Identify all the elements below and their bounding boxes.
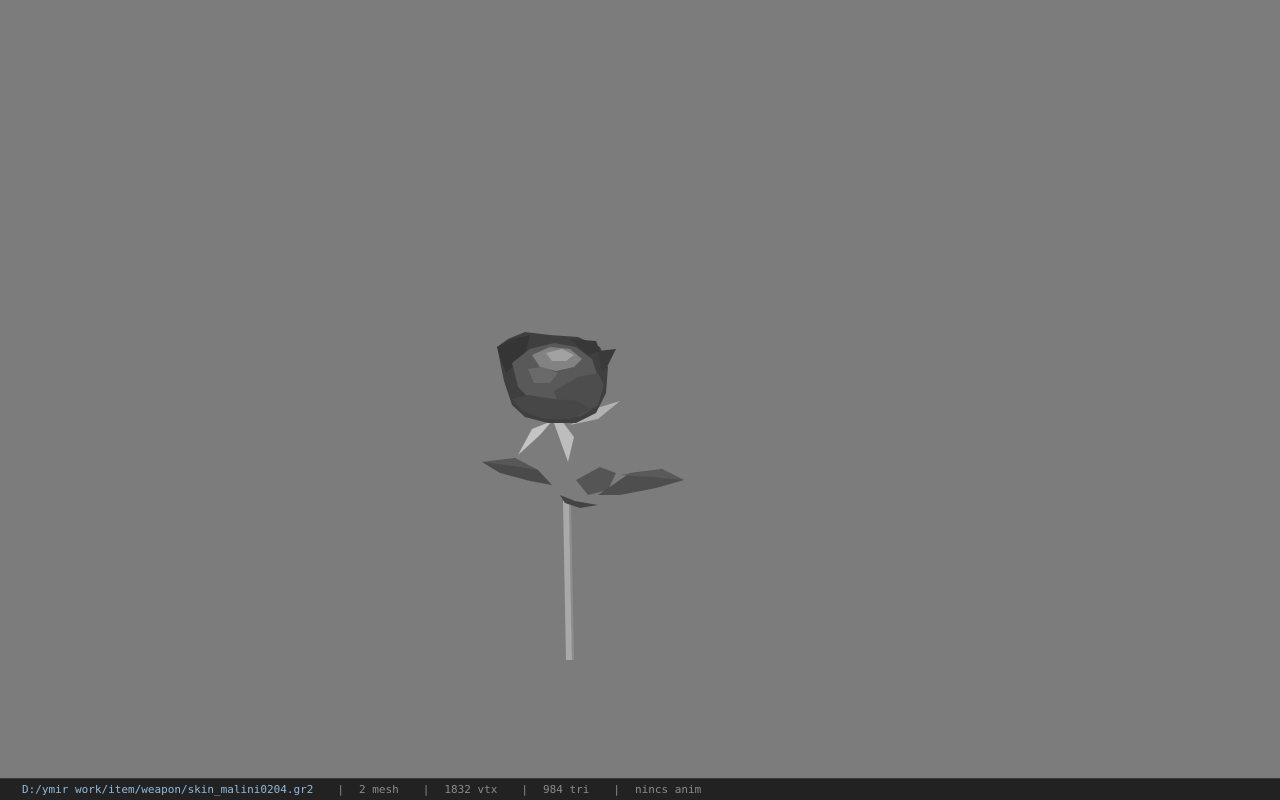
rose-model-icon: [482, 332, 684, 660]
separator: |: [613, 783, 620, 796]
anim-status-label: nincs anim: [635, 783, 702, 796]
separator: |: [422, 783, 430, 796]
separator: |: [521, 783, 529, 796]
file-path-label: D:/ymir work/item/weapon/skin_malini0204…: [22, 783, 314, 796]
separator: |: [337, 783, 345, 796]
mesh-count-label: 2 mesh: [359, 783, 399, 796]
status-bar: D:/ymir work/item/weapon/skin_malini0204…: [0, 778, 1280, 800]
vertex-count-label: 1832 vtx: [444, 783, 498, 796]
triangle-count-label: 984 tri: [543, 783, 590, 796]
3d-viewport[interactable]: [0, 0, 1280, 778]
